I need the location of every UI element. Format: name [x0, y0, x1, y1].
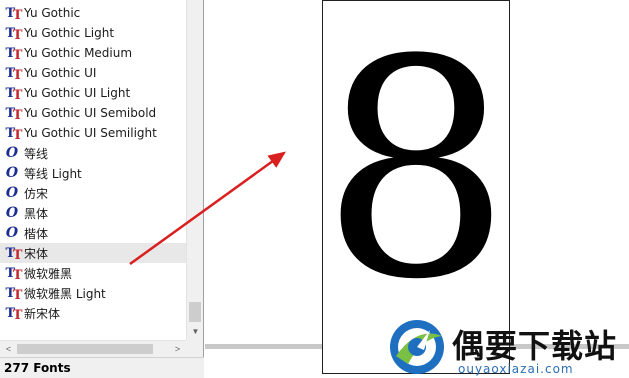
scrollbar-corner: [186, 340, 203, 357]
watermark-logo-icon: [390, 320, 444, 374]
opentype-icon: O: [5, 205, 19, 221]
scroll-left-arrow-icon[interactable]: <: [0, 341, 17, 357]
watermark: 偶要下载站 ouyaoxiazai.com: [386, 316, 629, 378]
truetype-icon: TT: [5, 85, 23, 103]
font-name-label: 仿宋: [24, 186, 49, 201]
font-list-panel: TT Yu Gothic TT Yu Gothic Light TT Yu Gothic …: [0, 0, 204, 378]
font-list-item[interactable]: TT Yu Gothic UI Semilight: [0, 123, 186, 143]
vertical-scrollbar[interactable]: ▼: [186, 0, 203, 340]
truetype-icon: TT: [5, 25, 23, 43]
font-name-label: 新宋体: [24, 306, 61, 321]
font-list-item[interactable]: TT 微软雅黑: [0, 263, 186, 283]
truetype-icon: TT: [5, 305, 23, 323]
font-name-label: Yu Gothic UI: [24, 66, 97, 80]
font-list-item[interactable]: O 等线 Light: [0, 163, 186, 183]
font-list-item[interactable]: O 楷体: [0, 223, 186, 243]
truetype-icon: TT: [5, 105, 23, 123]
font-name-label: 宋体: [24, 246, 49, 261]
font-list-item[interactable]: TT 宋体: [0, 243, 186, 263]
font-name-label: Yu Gothic Medium: [24, 46, 133, 60]
font-name-label: Yu Gothic: [24, 6, 81, 20]
font-name-label: 等线 Light: [24, 166, 82, 181]
opentype-icon: O: [5, 225, 19, 241]
font-name-label: Yu Gothic UI Semilight: [24, 126, 157, 140]
font-list-item[interactable]: TT 新宋体: [0, 303, 186, 323]
font-list[interactable]: TT Yu Gothic TT Yu Gothic Light TT Yu Gothic …: [0, 0, 186, 340]
font-list-item[interactable]: O 仿宋: [0, 183, 186, 203]
font-list-item[interactable]: O 等线: [0, 143, 186, 163]
font-list-item[interactable]: O 黑体: [0, 203, 186, 223]
font-name-label: 等线: [24, 146, 49, 161]
truetype-icon: TT: [5, 125, 23, 143]
scroll-down-arrow-icon[interactable]: ▼: [187, 323, 204, 340]
scroll-right-arrow-icon[interactable]: >: [169, 341, 186, 357]
horizontal-scrollbar[interactable]: < >: [0, 340, 186, 357]
horizontal-scroll-thumb[interactable]: [17, 344, 153, 354]
font-list-item[interactable]: TT Yu Gothic: [0, 3, 186, 23]
truetype-icon: TT: [5, 45, 23, 63]
watermark-url: ouyaoxiazai.com: [458, 362, 574, 376]
font-list-item[interactable]: TT Yu Gothic UI Semibold: [0, 103, 186, 123]
font-name-label: Yu Gothic UI Light: [24, 86, 131, 100]
font-list-item[interactable]: TT Yu Gothic UI: [0, 63, 186, 83]
font-name-label: 楷体: [24, 226, 49, 241]
font-list-item[interactable]: TT Yu Gothic Light: [0, 23, 186, 43]
font-count-status: 277 Fonts: [0, 357, 204, 378]
font-name-label: 微软雅黑: [24, 266, 73, 281]
font-list-item[interactable]: TT Yu Gothic Medium: [0, 43, 186, 63]
font-name-label: 微软雅黑 Light: [24, 286, 106, 301]
font-name-label: 黑体: [24, 206, 49, 221]
truetype-icon: TT: [5, 265, 23, 283]
opentype-icon: O: [5, 145, 19, 161]
truetype-icon: TT: [5, 285, 23, 303]
font-list-item[interactable]: TT 微软雅黑 Light: [0, 283, 186, 303]
watermark-title: 偶要下载站: [452, 327, 618, 365]
font-name-label: Yu Gothic UI Semibold: [24, 106, 157, 120]
font-list-item[interactable]: TT Yu Gothic UI Light: [0, 83, 186, 103]
opentype-icon: O: [5, 185, 19, 201]
truetype-icon: TT: [5, 245, 23, 263]
truetype-icon: TT: [5, 65, 23, 83]
opentype-icon: O: [5, 165, 19, 181]
truetype-icon: TT: [5, 5, 23, 23]
vertical-scroll-thumb[interactable]: [189, 302, 201, 322]
preview-glyph: 8: [322, 0, 510, 345]
font-name-label: Yu Gothic Light: [24, 26, 115, 40]
